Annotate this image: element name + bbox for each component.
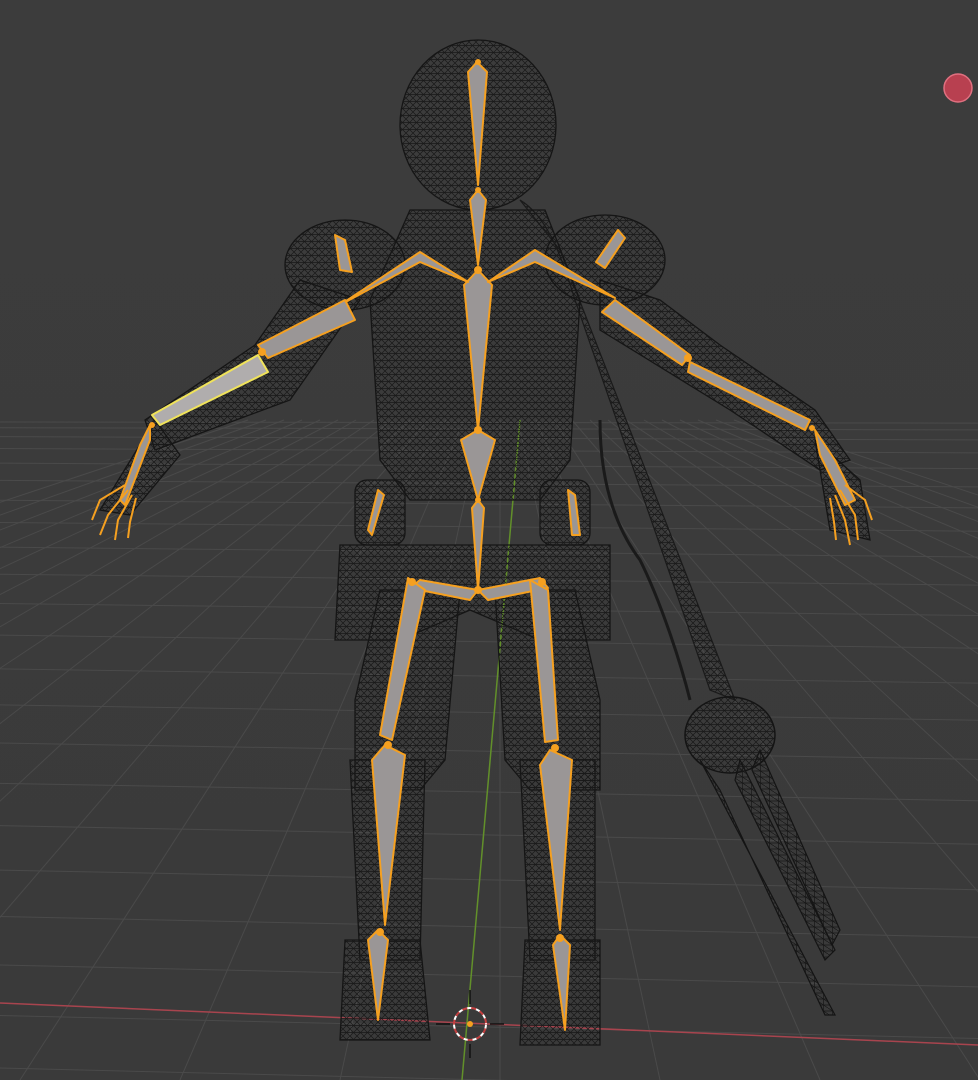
3d-viewport[interactable]: [0, 0, 978, 1080]
left-pouch-mesh: [354, 479, 406, 546]
record-indicator-icon[interactable]: [943, 73, 973, 103]
viewport-canvas[interactable]: [0, 0, 978, 1080]
right-pouch-mesh: [539, 479, 591, 546]
